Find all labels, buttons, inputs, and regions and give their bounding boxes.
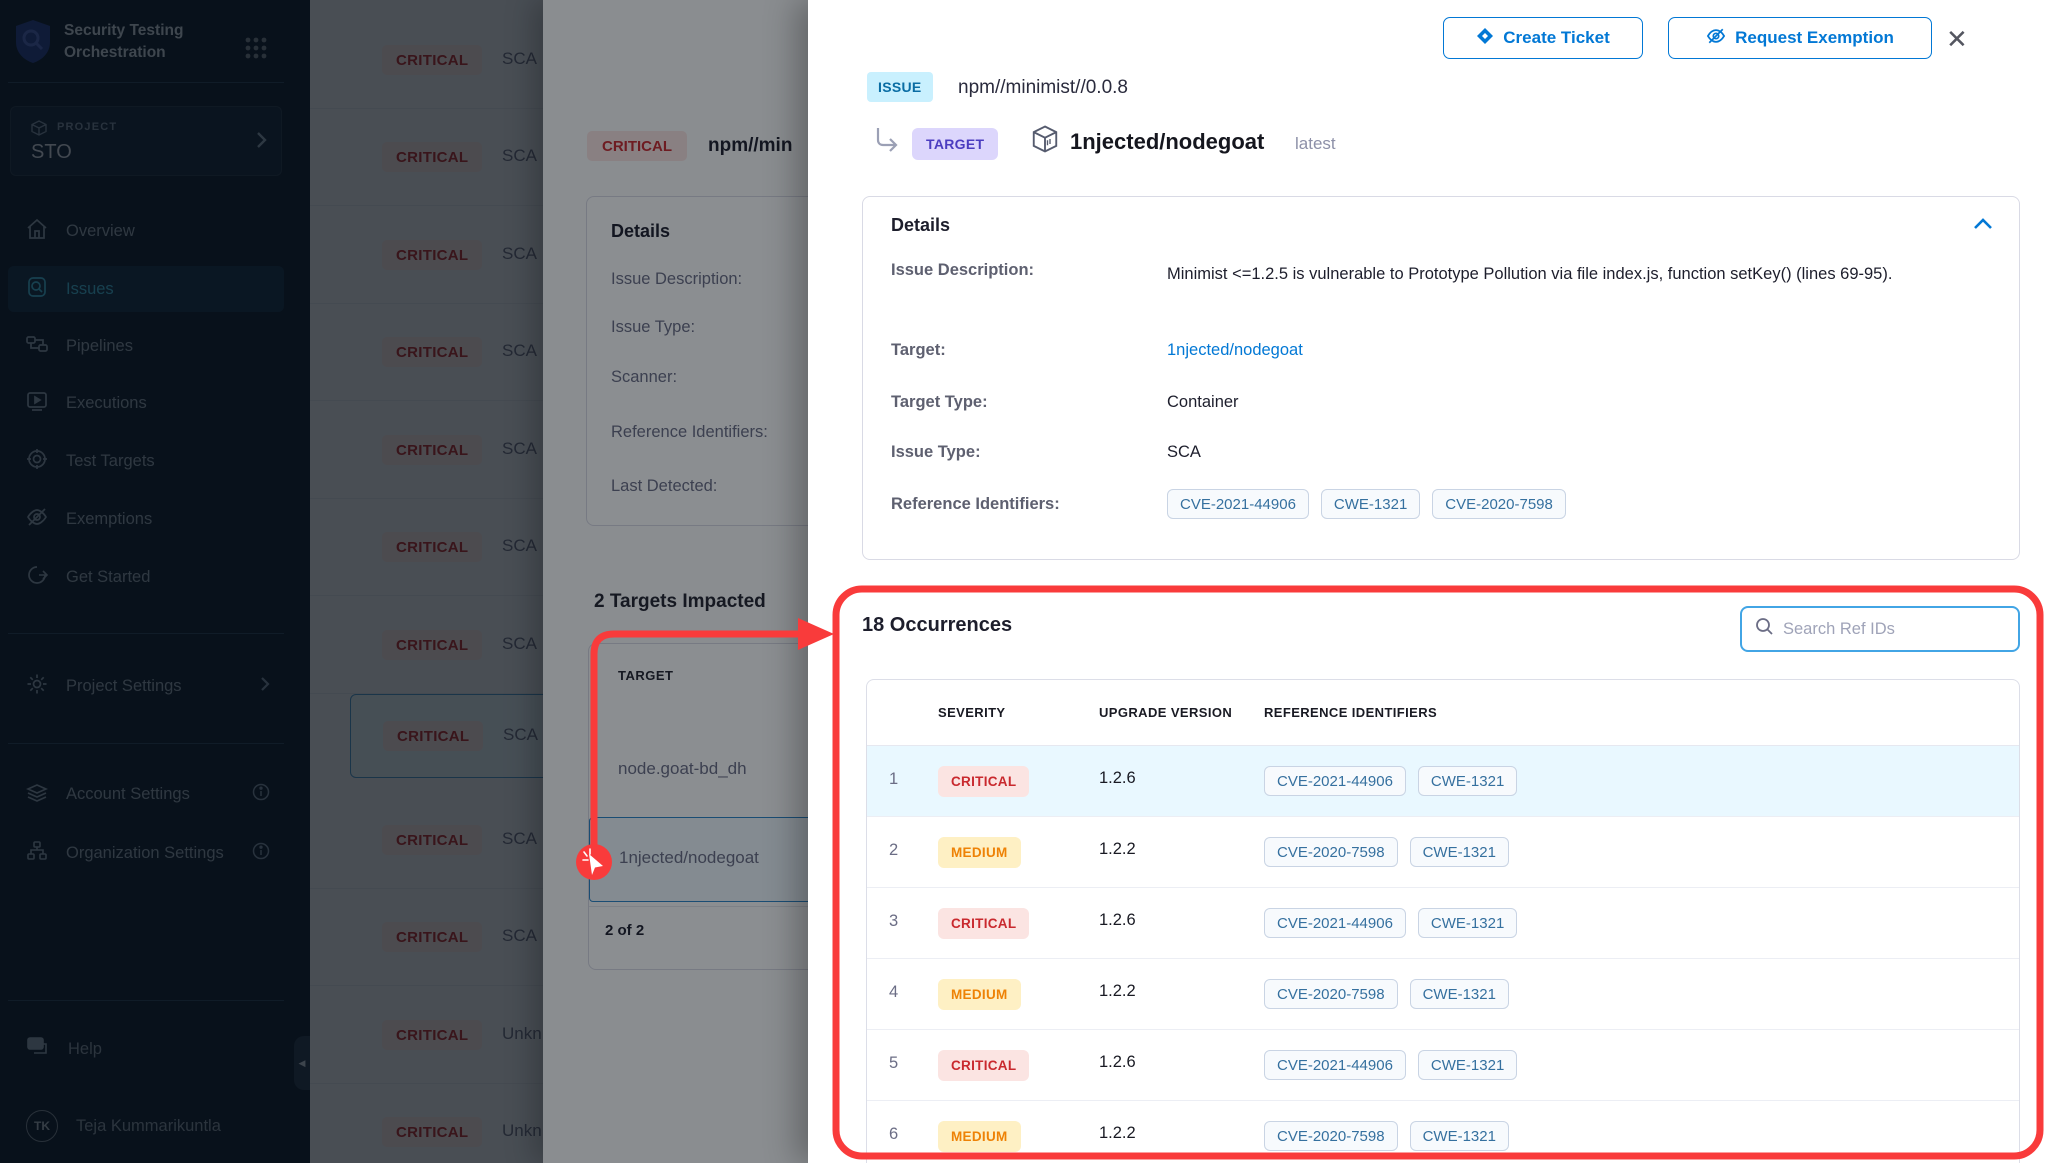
row-number: 1 <box>889 770 898 789</box>
ref-chip[interactable]: CWE-1321 <box>1418 908 1517 938</box>
severity-badge: CRITICAL <box>938 1050 1029 1081</box>
table-row[interactable]: 5 CRITICAL 1.2.6 CVE-2021-44906 CWE-1321 <box>867 1030 2019 1101</box>
table-header: SEVERITY UPGRADE VERSION REFERENCE IDENT… <box>867 680 2019 746</box>
occurrences-heading: 18 Occurrences <box>862 614 1012 637</box>
reference-chips: CVE-2021-44906 CWE-1321 CVE-2020-7598 <box>1167 489 1566 519</box>
occurrences-table: SEVERITY UPGRADE VERSION REFERENCE IDENT… <box>866 679 2020 1163</box>
column-header-upgrade-version: UPGRADE VERSION <box>1099 705 1232 720</box>
issue-id: npm//minimist//0.0.8 <box>958 77 1128 99</box>
ref-chip[interactable]: CVE-2021-44906 <box>1264 908 1406 938</box>
create-ticket-button[interactable]: Create Ticket <box>1443 17 1643 59</box>
ref-chip[interactable]: CWE-1321 <box>1410 1121 1509 1151</box>
app-screen: Security Testing Orchestration PROJECT S… <box>0 0 2048 1163</box>
upgrade-version: 1.2.6 <box>1099 1053 1136 1072</box>
ref-chip[interactable]: CVE-2021-44906 <box>1264 1050 1406 1080</box>
ref-chip[interactable]: CWE-1321 <box>1418 766 1517 796</box>
severity-badge: MEDIUM <box>938 1121 1021 1152</box>
ref-chip[interactable]: CVE-2021-44906 <box>1167 489 1309 519</box>
target-chip: TARGET <box>912 128 998 160</box>
ref-chip[interactable]: CVE-2020-7598 <box>1264 979 1398 1009</box>
table-row[interactable]: 4 MEDIUM 1.2.2 CVE-2020-7598 CWE-1321 <box>867 959 2019 1030</box>
upgrade-version: 1.2.6 <box>1099 769 1136 788</box>
ref-chip[interactable]: CVE-2020-7598 <box>1264 837 1398 867</box>
field-label: Target: <box>891 341 946 360</box>
field-label: Reference Identifiers: <box>891 495 1060 514</box>
table-row[interactable]: 3 CRITICAL 1.2.6 CVE-2021-44906 CWE-1321 <box>867 888 2019 959</box>
package-cube-icon <box>1030 124 1060 159</box>
upgrade-version: 1.2.2 <box>1099 1124 1136 1143</box>
ref-chip[interactable]: CVE-2020-7598 <box>1432 489 1566 519</box>
row-number: 5 <box>889 1054 898 1073</box>
table-row[interactable]: 6 MEDIUM 1.2.2 CVE-2020-7598 CWE-1321 <box>867 1101 2019 1163</box>
elbow-arrow-icon <box>872 124 902 159</box>
row-number: 6 <box>889 1125 898 1144</box>
close-icon[interactable]: ✕ <box>1946 24 1968 55</box>
field-label: Issue Description: <box>891 261 1034 280</box>
field-label: Target Type: <box>891 393 988 412</box>
ref-chip[interactable]: CVE-2021-44906 <box>1264 766 1406 796</box>
search-input[interactable] <box>1783 620 1993 639</box>
upgrade-version: 1.2.6 <box>1099 911 1136 930</box>
ref-chip[interactable]: CWE-1321 <box>1410 837 1509 867</box>
severity-badge: CRITICAL <box>938 908 1029 939</box>
ref-chip[interactable]: CWE-1321 <box>1418 1050 1517 1080</box>
diamond-ticket-icon <box>1476 27 1494 50</box>
severity-badge: MEDIUM <box>938 837 1021 868</box>
row-number: 4 <box>889 983 898 1002</box>
search-icon <box>1755 617 1774 641</box>
eye-off-icon <box>1706 27 1726 50</box>
issue-badge: ISSUE <box>867 72 933 102</box>
severity-badge: MEDIUM <box>938 979 1021 1010</box>
severity-badge: CRITICAL <box>938 766 1029 797</box>
target-tag: latest <box>1295 134 1336 154</box>
ref-chip[interactable]: CWE-1321 <box>1321 489 1420 519</box>
target-name[interactable]: 1njected/nodegoat <box>1070 129 1264 155</box>
upgrade-version: 1.2.2 <box>1099 840 1136 859</box>
row-number: 2 <box>889 841 898 860</box>
issue-description: Minimist <=1.2.5 is vulnerable to Protot… <box>1167 261 1907 288</box>
column-header-severity: SEVERITY <box>938 705 1006 720</box>
search-ref-ids[interactable] <box>1740 606 2020 652</box>
target-link[interactable]: 1njected/nodegoat <box>1167 341 1303 360</box>
request-exemption-button[interactable]: Request Exemption <box>1668 17 1932 59</box>
details-heading: Details <box>891 215 950 236</box>
upgrade-version: 1.2.2 <box>1099 982 1136 1001</box>
button-label: Create Ticket <box>1503 28 1609 48</box>
field-label: Issue Type: <box>891 443 981 462</box>
details-card: Details Issue Description: Minimist <=1.… <box>862 196 2020 560</box>
row-number: 3 <box>889 912 898 931</box>
chevron-up-icon[interactable] <box>1973 217 1993 236</box>
column-header-reference-identifiers: REFERENCE IDENTIFIERS <box>1264 705 1437 720</box>
ref-chip[interactable]: CVE-2020-7598 <box>1264 1121 1398 1151</box>
table-row[interactable]: 1 CRITICAL 1.2.6 CVE-2021-44906 CWE-1321 <box>867 746 2019 817</box>
issue-details-modal: Create Ticket Request Exemption ✕ ISSUE … <box>808 0 2048 1163</box>
target-type-value: Container <box>1167 393 1239 412</box>
button-label: Request Exemption <box>1735 28 1894 48</box>
issue-type-value: SCA <box>1167 443 1201 462</box>
table-row[interactable]: 2 MEDIUM 1.2.2 CVE-2020-7598 CWE-1321 <box>867 817 2019 888</box>
ref-chip[interactable]: CWE-1321 <box>1410 979 1509 1009</box>
